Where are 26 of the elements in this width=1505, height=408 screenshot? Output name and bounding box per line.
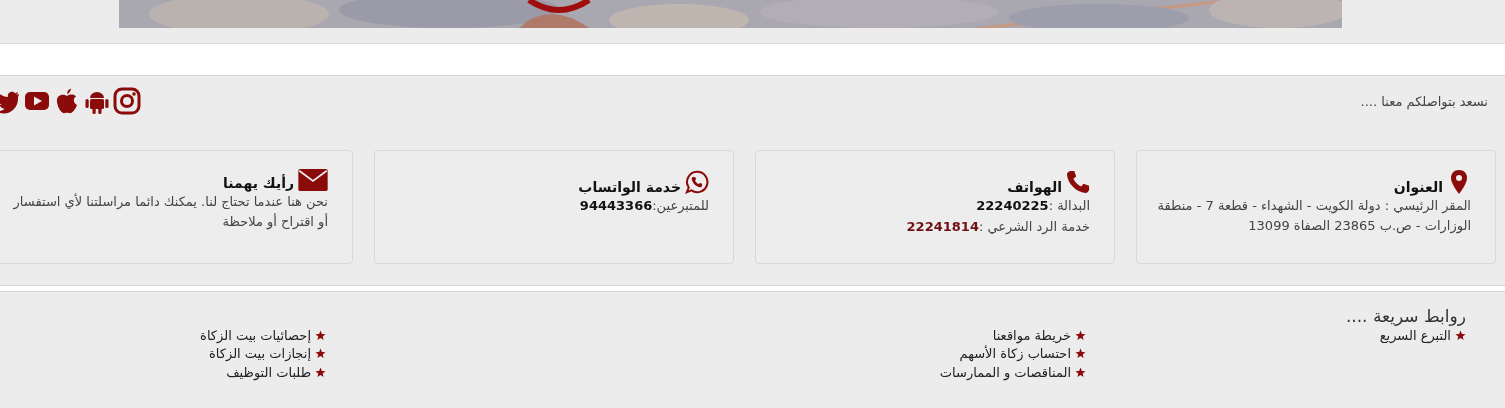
section-title: روابط سريعة .... [1345,306,1466,326]
tagline: نسعد بتواصلكم معنا .... [1360,93,1488,109]
quick-link[interactable]: خريطة مواقعنا [992,327,1071,343]
contact-line: نحن هنا عندما تحتاج لنا. يمكنك دائما مراسلتنا لأي استفسار أو اقتراح أو ملاحظة [12,192,328,232]
phone-icon [1066,169,1090,195]
chat-phone-icon [685,169,709,195]
star-icon [315,329,326,341]
quick-link[interactable]: التبرع السريع [1379,327,1451,343]
quick-link[interactable]: المناقصات و الممارسات [939,364,1071,380]
camera-icon[interactable] [113,87,141,115]
card-title: الهواتف [1007,179,1062,195]
contact-line: المقر الرئيسي : دولة الكويت - الشهداء - قطعة 7 - منطقة الوزارات - ص.ب 23865 الصفاة 13099 [1156,197,1471,236]
quick-link[interactable]: إحصائيات بيت الزكاة [200,327,311,343]
star-icon [315,348,326,360]
star-icon [1455,329,1466,341]
quick-link[interactable]: إنجازات بيت الزكاة [209,346,311,362]
quick-link[interactable]: احتساب زكاة الأسهم [959,346,1071,362]
star-icon [1075,366,1086,378]
star-icon [315,366,326,378]
card-title: خدمة الواتساب [578,179,681,195]
quick-link[interactable]: طلبات التوظيف [226,364,311,380]
star-icon [1075,348,1086,360]
card-title: العنوان [1393,179,1443,195]
mail-icon [298,169,328,191]
star-icon [1075,329,1086,341]
card-title: رأيك يهمنا [223,175,294,191]
